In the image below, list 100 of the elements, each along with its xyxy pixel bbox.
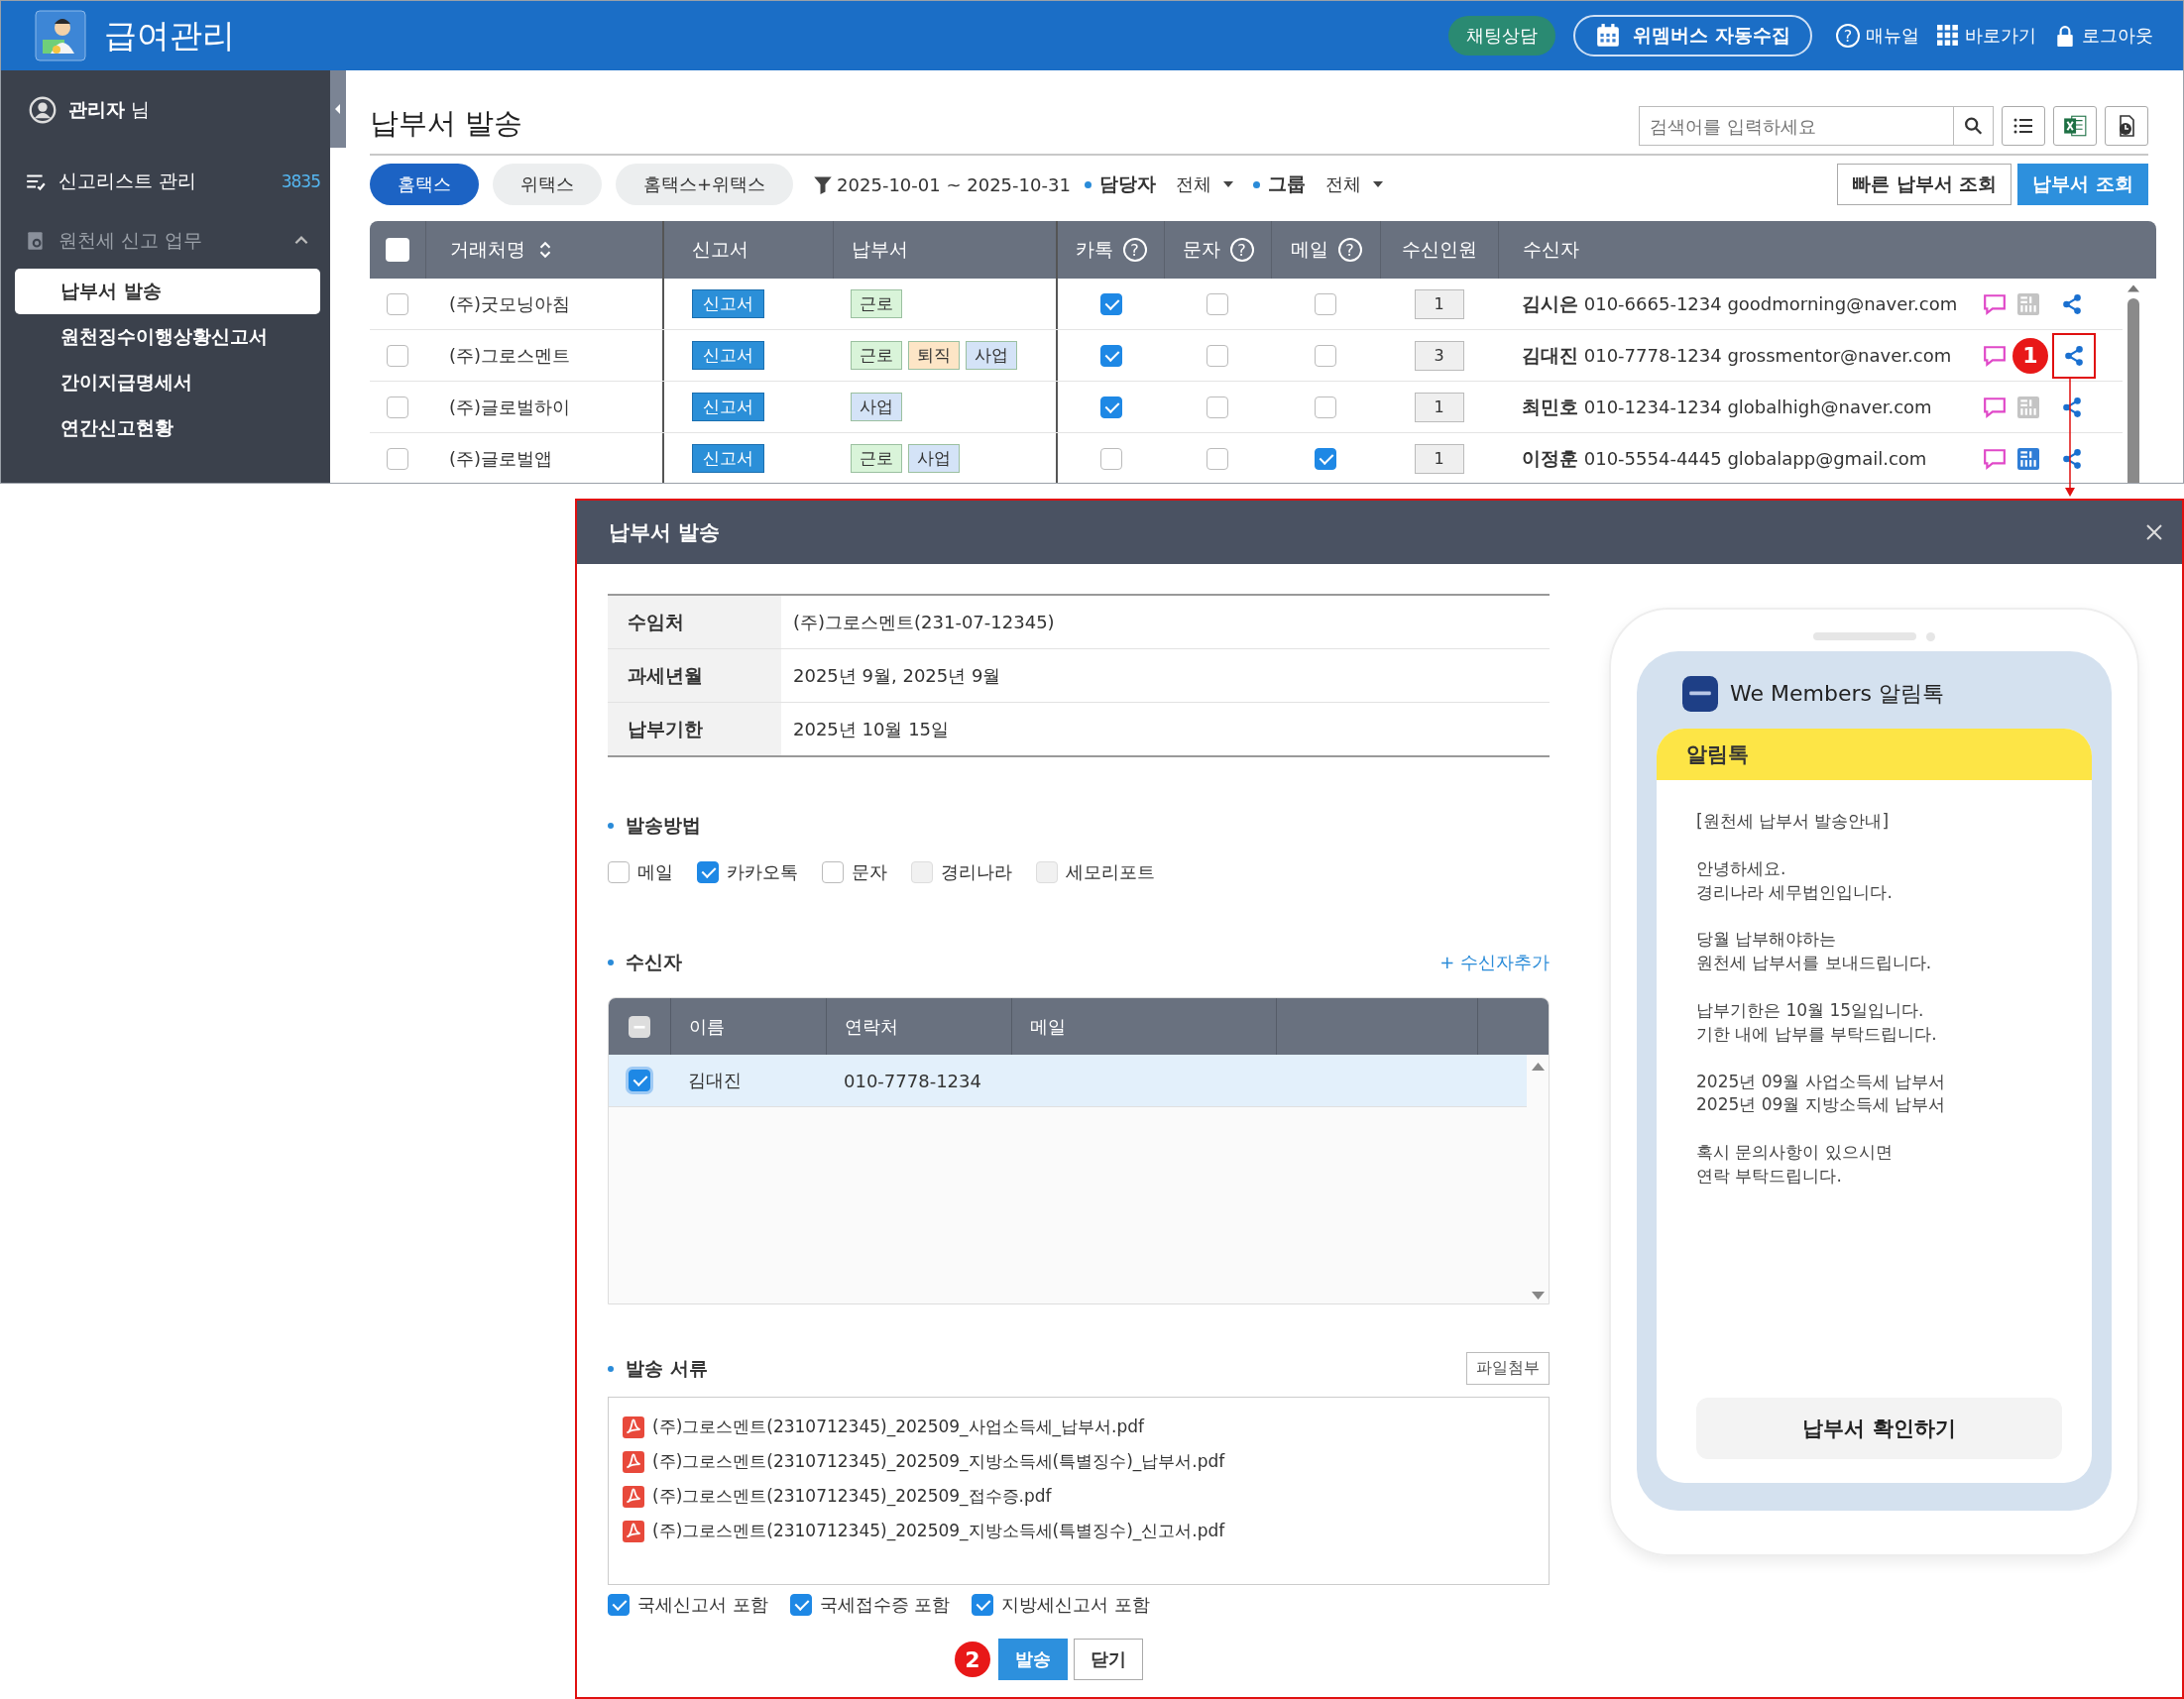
row-checkbox[interactable] [629,1070,650,1091]
help-icon[interactable]: ? [1337,238,1362,262]
source-tab[interactable]: 홈택스+위택스 [616,164,794,205]
file-name[interactable]: (주)그로스멘트(2310712345)_202509_사업소득세_납부서.pdf [652,1416,1145,1438]
document-clock-button[interactable] [2105,106,2148,146]
recipient-count[interactable]: 1 [1414,392,1464,422]
file-name[interactable]: (주)그로스멘트(2310712345)_202509_지방소득세(특별징수)_납부서.pdf [652,1450,1225,1473]
list-view-button[interactable] [2002,106,2045,146]
recipient-count[interactable]: 3 [1414,340,1464,371]
column-header: 문자 ? [1164,221,1271,279]
help-icon[interactable]: ? [1122,238,1147,262]
table-cell-text: 이정훈 010-5554-4445 globalapp@gmail.com [1522,445,1927,471]
payment-tag[interactable]: 근로 [851,289,902,318]
checkbox[interactable] [1099,292,1122,315]
close-button[interactable]: 닫기 [1074,1639,1143,1680]
search-field[interactable]: 검색어를 입력하세요 [1639,106,1954,146]
file-name[interactable]: (주)그로스멘트(2310712345)_202509_지방소득세(특별징수)_신고서.pdf [652,1520,1225,1542]
checkbox[interactable] [789,1594,812,1616]
auto-collect-button[interactable]: 위멤버스 자동수집 [1573,15,1812,57]
date-range[interactable]: 2025-10-01 ~ 2025-10-31 [837,173,1071,195]
confirm-button[interactable]: 납부서 확인하기 [1696,1398,2062,1459]
add-recipient-link[interactable]: + 수신자추가 [1439,951,1550,974]
payment-tag[interactable]: 근로 [851,341,902,370]
checkbox[interactable] [1207,344,1228,367]
spreadsheet-export-button[interactable] [2053,106,2097,146]
checkbox[interactable] [1207,396,1228,418]
share-button[interactable] [2052,332,2096,379]
logout-link[interactable]: 로그아웃 [2054,24,2153,48]
checkbox[interactable] [1315,396,1336,418]
option-label: 세모리포트 [1066,860,1155,884]
filter-dropdown[interactable]: 전체 [1169,171,1239,197]
table-cell-text: 김시은 010-6665-1234 goodmorning@naver.com [1522,290,1958,316]
file-name[interactable]: (주)그로스멘트(2310712345)_202509_접수증.pdf [652,1485,1052,1508]
option-label: 문자 [852,860,887,884]
select-all-checkbox[interactable] [629,1015,650,1038]
speech-bubble-icon[interactable] [1983,447,2007,470]
sidebar-subitem[interactable]: 연간신고현황 [15,405,320,451]
payment-tag[interactable]: 사업 [966,341,1017,370]
checkbox[interactable] [697,861,719,883]
message-text: 당월 납부해야하는 원천세 납부서를 보내드립니다. [1696,928,1933,975]
checkbox[interactable] [1315,447,1336,470]
sidebar-item[interactable]: 신고리스트 관리 3835 [15,150,320,213]
shortcut-link[interactable]: 바로가기 [1937,24,2036,48]
scroll-up-icon[interactable] [1531,1063,1545,1071]
checkbox[interactable] [972,1594,994,1616]
payment-tag[interactable]: 근로 [851,444,902,473]
recipient-count[interactable]: 1 [1414,288,1464,319]
help-icon[interactable]: ? [1229,238,1254,262]
scroll-down-icon[interactable] [1531,1292,1545,1300]
message-text: 안녕하세요. 경리나라 세무법인입니다. [1696,856,1894,904]
payment-tag[interactable]: 사업 [908,444,960,473]
checkbox[interactable] [1099,344,1122,367]
erp-link-icon[interactable] [2016,447,2040,470]
sidebar-subitem[interactable]: 간이지급명세서 [15,360,320,405]
section-title: 발송 서류 [626,1355,708,1381]
filter-icon [813,174,834,194]
chat-button[interactable]: 채팅상담 [1448,16,1556,56]
sidebar-group[interactable]: 원천세 신고 업무 [15,213,320,269]
column-header[interactable]: 거래처명 [425,221,662,279]
checkbox[interactable] [1315,292,1336,315]
speech-bubble-icon[interactable] [1983,396,2007,418]
recipient-row[interactable]: 김대진 010-7778-1234 [609,1055,1527,1107]
sidebar-subitem[interactable]: 납부서 발송 [15,269,320,314]
recipient-count[interactable]: 1 [1414,443,1464,474]
checkbox[interactable] [1207,447,1228,470]
checkbox[interactable] [1099,447,1122,470]
pdf-icon [623,1485,644,1508]
manual-link[interactable]: ? 매뉴얼 [1836,24,1919,48]
checkbox[interactable] [608,861,630,883]
row-checkbox[interactable] [387,447,408,470]
source-tab[interactable]: 홈택스 [370,164,479,205]
row-checkbox[interactable] [387,396,408,418]
checkbox[interactable] [608,1594,630,1616]
row-checkbox[interactable] [387,344,408,367]
select-all-checkbox[interactable] [386,238,409,262]
checkbox[interactable] [1099,396,1122,418]
checkbox[interactable] [1315,344,1336,367]
info-value: 2025년 10월 15일 [792,717,950,741]
close-icon[interactable] [2144,522,2164,542]
caret-icon [1372,181,1383,187]
camera-icon [1926,631,1935,641]
message-text: 혹시 문의사항이 있으시면 연락 부탁드립니다. [1696,1141,1894,1188]
sidebar-subitem[interactable]: 원천징수이행상황신고서 [15,314,320,360]
scroll-up-icon[interactable] [2127,284,2139,292]
checkbox[interactable] [1207,292,1228,315]
attach-file-button[interactable]: 파일첨부 [1466,1352,1550,1385]
payment-tag[interactable]: 사업 [851,393,902,421]
lock-icon [2054,25,2076,47]
search-action-button[interactable]: 빠른 납부서 조회 [1837,164,2012,205]
filter-label: 그룹 [1267,171,1306,196]
filter-dropdown[interactable]: 전체 [1319,171,1389,197]
speech-bubble-icon[interactable] [1983,344,2007,367]
table-cell-text: 최민호 010-1234-1234 globalhigh@naver.com [1522,394,1932,419]
search-icon[interactable] [1954,106,1994,146]
row-checkbox[interactable] [387,292,408,315]
collapse-handle[interactable] [330,70,346,148]
checkbox[interactable] [822,861,844,883]
payment-tag[interactable]: 퇴직 [908,341,960,370]
speech-bubble-icon[interactable] [1983,292,2007,315]
source-tab[interactable]: 위택스 [493,164,602,205]
